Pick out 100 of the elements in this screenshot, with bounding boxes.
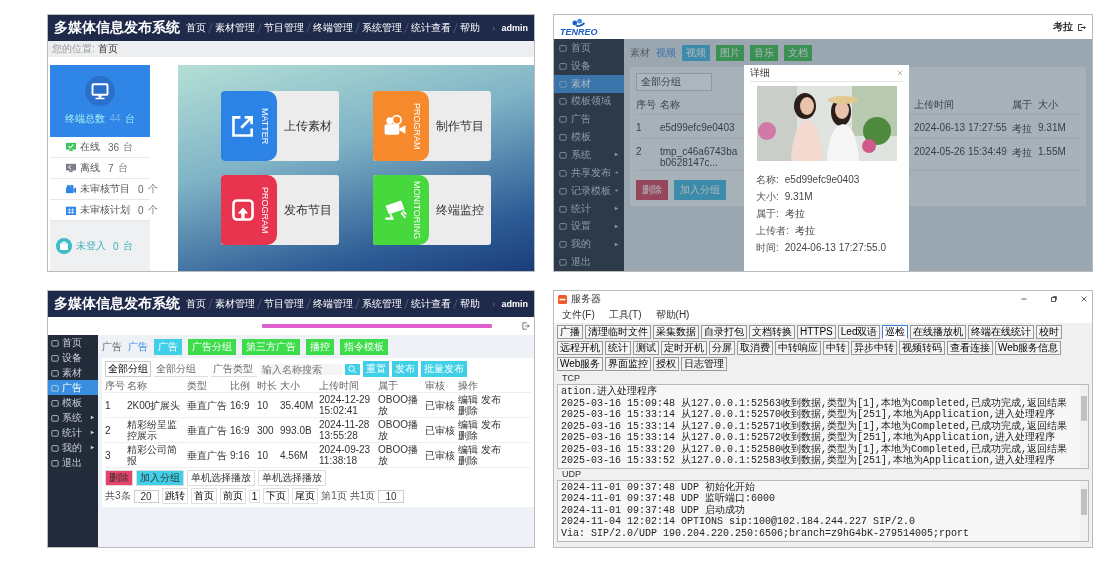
shortcut-tile[interactable]: MATTER 上传素材 bbox=[221, 91, 339, 161]
tool-button[interactable]: 文档转换 bbox=[749, 325, 795, 339]
tool-button[interactable]: 界面监控 bbox=[605, 357, 652, 371]
nav-link[interactable]: 终端管理 bbox=[313, 297, 353, 311]
per-page-select[interactable]: 10 bbox=[378, 489, 404, 503]
sidebar-item[interactable]: 设置 bbox=[554, 217, 624, 236]
nav-link[interactable]: 帮助 bbox=[460, 297, 480, 311]
sidebar-item[interactable]: 系统 bbox=[554, 146, 624, 164]
menu-item[interactable]: 文件(F) bbox=[562, 308, 595, 322]
row-action-link[interactable]: 编辑 bbox=[458, 394, 478, 405]
scrollbar[interactable] bbox=[1080, 385, 1088, 468]
tool-button[interactable]: 日志管理 bbox=[681, 357, 728, 371]
nav-link[interactable]: 系统管理 bbox=[362, 297, 402, 311]
row-action-link[interactable]: 发布 bbox=[481, 419, 501, 430]
row-action-link[interactable]: 发布 bbox=[481, 444, 501, 455]
sidebar-item[interactable]: 统计 bbox=[554, 199, 624, 218]
sidebar-item[interactable]: 共享发布 bbox=[554, 163, 624, 182]
search-button[interactable] bbox=[345, 363, 360, 375]
sidebar-item[interactable]: 广告 bbox=[554, 110, 624, 129]
nav-link[interactable]: 帮助 bbox=[460, 21, 480, 35]
tool-button[interactable]: 授权 bbox=[653, 357, 680, 371]
nav-link[interactable]: 素材管理 bbox=[215, 297, 255, 311]
sidebar-item[interactable]: 模板 bbox=[48, 395, 98, 410]
tool-button[interactable]: Led双语 bbox=[837, 325, 881, 339]
sidebar-item[interactable]: 我的 bbox=[48, 440, 98, 455]
tool-button[interactable]: 统计 bbox=[605, 341, 631, 355]
tool-button[interactable]: 取消费 bbox=[737, 341, 773, 355]
tool-button[interactable]: 中转响应 bbox=[775, 341, 821, 355]
row-action-link[interactable]: 删除 bbox=[458, 405, 478, 416]
sidebar-item[interactable]: 我的 bbox=[554, 235, 624, 254]
sidebar-item[interactable]: 系统 bbox=[48, 410, 98, 425]
menu-item[interactable]: 帮助(H) bbox=[655, 308, 690, 322]
nav-link[interactable]: 统计查看 bbox=[411, 21, 451, 35]
tool-button[interactable]: 中转 bbox=[823, 341, 849, 355]
shortcut-tile[interactable]: PROGRAM 制作节目 bbox=[373, 91, 491, 161]
nav-link[interactable]: 素材管理 bbox=[215, 21, 255, 35]
sidebar-item[interactable]: 退出 bbox=[48, 455, 98, 470]
group-select[interactable]: 全部分组 bbox=[636, 73, 712, 91]
sidebar-item[interactable]: 退出 bbox=[554, 253, 624, 271]
page-button[interactable]: 尾页 bbox=[292, 488, 319, 504]
tool-button[interactable]: 分屏 bbox=[709, 341, 735, 355]
sidebar-item[interactable]: 模板领域 bbox=[554, 92, 624, 111]
page-button[interactable]: 1 bbox=[248, 489, 261, 503]
minimize-icon[interactable] bbox=[1020, 295, 1028, 303]
page-button[interactable]: 下页 bbox=[263, 488, 290, 504]
nav-link[interactable]: 节目管理 bbox=[264, 21, 304, 35]
tool-button[interactable]: 异步中转 bbox=[851, 341, 897, 355]
row-action-link[interactable]: 编辑 bbox=[458, 419, 478, 430]
row-action-link[interactable]: 编辑 bbox=[458, 444, 478, 455]
tool-button[interactable]: HTTPS bbox=[797, 325, 836, 339]
tool-button[interactable]: 定时开机 bbox=[661, 341, 707, 355]
tool-button[interactable]: 终端在线统计 bbox=[968, 325, 1035, 339]
tool-button[interactable]: 自录打包 bbox=[701, 325, 747, 339]
action-button[interactable]: 加入分组 bbox=[136, 470, 184, 486]
nav-link[interactable]: 首页 bbox=[186, 297, 206, 311]
sidebar-item[interactable]: 首页 bbox=[48, 335, 98, 350]
page-button[interactable]: 前页 bbox=[219, 488, 246, 504]
tool-button[interactable]: Web服务 bbox=[557, 357, 604, 371]
row-action-link[interactable]: 发布 bbox=[481, 394, 501, 405]
action-button[interactable]: 单机选择播放 bbox=[258, 470, 326, 486]
page-size-field[interactable]: 20 bbox=[133, 489, 159, 503]
sidebar-item[interactable]: 统计 bbox=[48, 425, 98, 440]
tool-button[interactable]: 广播 bbox=[557, 325, 583, 339]
restore-icon[interactable] bbox=[1050, 295, 1058, 303]
nav-link[interactable]: 首页 bbox=[186, 21, 206, 35]
tool-button[interactable]: 查看连接 bbox=[947, 341, 993, 355]
tool-button[interactable]: 在线播放机 bbox=[910, 325, 967, 339]
filter-button[interactable]: 全部分组 bbox=[105, 361, 151, 377]
row-action-link[interactable]: 删除 bbox=[458, 430, 478, 441]
scrollbar[interactable] bbox=[1080, 480, 1088, 541]
tool-button[interactable]: 测试 bbox=[633, 341, 659, 355]
close-icon[interactable] bbox=[1080, 295, 1088, 303]
nav-link[interactable]: 系统管理 bbox=[362, 21, 402, 35]
sidebar-item[interactable]: 记录模板 bbox=[554, 181, 624, 200]
sidebar-item[interactable]: 模板 bbox=[554, 128, 624, 147]
tool-button[interactable]: 远程开机 bbox=[557, 341, 603, 355]
action-button[interactable]: 单机选择播放 bbox=[187, 470, 255, 486]
breadcrumb-item[interactable]: 广告 bbox=[102, 340, 122, 354]
shortcut-tile[interactable]: MONITORING 终端监控 bbox=[373, 175, 491, 245]
tool-button[interactable]: 巡检 bbox=[882, 325, 909, 339]
tool-button[interactable]: Web服务信息 bbox=[995, 341, 1062, 355]
sidebar-item[interactable]: 素材 bbox=[48, 365, 98, 380]
nav-link[interactable]: 统计查看 bbox=[411, 297, 451, 311]
tool-button[interactable]: 视频转码 bbox=[899, 341, 945, 355]
search-field[interactable]: 输入名称搜索 bbox=[260, 363, 342, 375]
row-action-link[interactable]: 删除 bbox=[458, 455, 478, 466]
tool-button[interactable]: 清理临时文件 bbox=[585, 325, 651, 339]
page-button[interactable]: 首页 bbox=[190, 488, 217, 504]
shortcut-tile[interactable]: PROGRAM 发布节目 bbox=[221, 175, 339, 245]
sidebar-item[interactable]: 首页 bbox=[554, 39, 624, 57]
nav-link[interactable]: 终端管理 bbox=[313, 21, 353, 35]
sidebar-item[interactable]: 设备 bbox=[554, 56, 624, 75]
tool-button[interactable]: 采集数据 bbox=[653, 325, 699, 339]
nav-link[interactable]: 节目管理 bbox=[264, 297, 304, 311]
tool-button[interactable]: 校时 bbox=[1036, 325, 1063, 339]
page-button[interactable]: 跳转 bbox=[161, 488, 188, 504]
group-select[interactable]: 全部分组 bbox=[154, 361, 208, 377]
logout-icon[interactable] bbox=[1077, 22, 1086, 32]
sidebar-item[interactable]: 设备 bbox=[48, 350, 98, 365]
type-select[interactable]: 广告类型 bbox=[211, 361, 257, 377]
